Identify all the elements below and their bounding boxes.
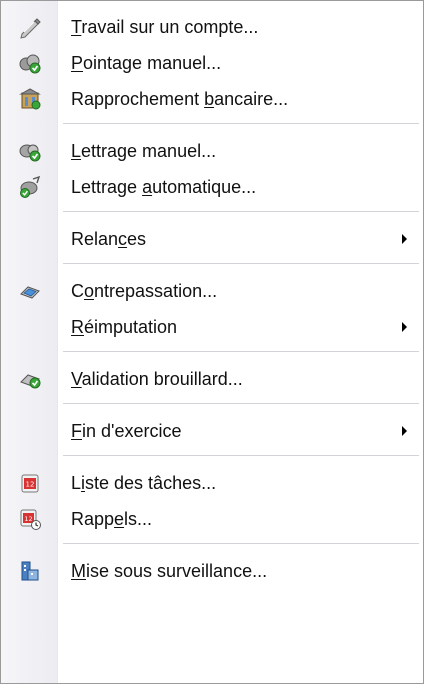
- menu-item-lettrage-automatique[interactable]: Lettrage automatique...: [1, 169, 423, 205]
- menu-item-reimputation[interactable]: Réimputation: [1, 309, 423, 345]
- submenu-arrow-icon: [402, 322, 407, 332]
- check-binoculars-icon: [18, 51, 42, 75]
- menu-separator: [63, 123, 419, 124]
- menu-separator: [63, 263, 419, 264]
- context-menu: Travail sur un compte... Pointage manuel…: [0, 0, 424, 684]
- menu-separator: [63, 403, 419, 404]
- menu-item-relances[interactable]: Relances: [1, 221, 423, 257]
- menu-item-label: Rapprochement bancaire...: [71, 89, 289, 109]
- bank-building-icon: [18, 87, 42, 111]
- menu-separator: [63, 351, 419, 352]
- submenu-arrow-icon: [402, 234, 407, 244]
- menu-item-validation-brouillard[interactable]: Validation brouillard...: [1, 361, 423, 397]
- menu-item-label: Rappels...: [71, 509, 153, 529]
- menu-separator: [63, 543, 419, 544]
- menu-item-label: Lettrage automatique...: [71, 177, 257, 197]
- menu-item-label: Validation brouillard...: [71, 369, 243, 389]
- menu-item-label: Mise sous surveillance...: [71, 561, 268, 581]
- menu-item-fin-d-exercice[interactable]: Fin d'exercice: [1, 413, 423, 449]
- menu-item-label: Liste des tâches...: [71, 473, 217, 493]
- menu-item-rapprochement-bancaire[interactable]: Rapprochement bancaire...: [1, 81, 423, 117]
- menu-item-pointage-manuel[interactable]: Pointage manuel...: [1, 45, 423, 81]
- submenu-arrow-icon: [402, 426, 407, 436]
- menu-item-label: Réimputation: [71, 317, 178, 337]
- svg-text:12: 12: [26, 481, 35, 489]
- menu-item-lettrage-manuel[interactable]: Lettrage manuel...: [1, 133, 423, 169]
- menu-item-label: Travail sur un compte...: [71, 17, 259, 37]
- auto-match-icon: [18, 175, 42, 199]
- menu-item-label: Contrepassation...: [71, 281, 218, 301]
- surveillance-icon: [18, 559, 42, 583]
- menu-item-travail-sur-un-compte[interactable]: Travail sur un compte...: [1, 9, 423, 45]
- menu-separator: [63, 455, 419, 456]
- menu-separator: [63, 211, 419, 212]
- menu-item-label: Fin d'exercice: [71, 421, 182, 441]
- validate-check-icon: [18, 367, 42, 391]
- menu-item-label: Pointage manuel...: [71, 53, 222, 73]
- menu-item-liste-des-taches[interactable]: 12 Liste des tâches...: [1, 465, 423, 501]
- menu-item-contrepassation[interactable]: Contrepassation...: [1, 273, 423, 309]
- calendar-reminder-icon: 12: [18, 507, 42, 531]
- manual-match-icon: [18, 139, 42, 163]
- pencil-icon: [18, 15, 42, 39]
- menu-item-label: Lettrage manuel...: [71, 141, 217, 161]
- calendar-tasks-icon: 12: [18, 471, 42, 495]
- svg-text:12: 12: [24, 515, 32, 523]
- menu-item-rappels[interactable]: 12 Rappels...: [1, 501, 423, 537]
- reverse-entry-icon: [18, 279, 42, 303]
- menu-item-label: Relances: [71, 229, 147, 249]
- menu-item-mise-sous-surveillance[interactable]: Mise sous surveillance...: [1, 553, 423, 589]
